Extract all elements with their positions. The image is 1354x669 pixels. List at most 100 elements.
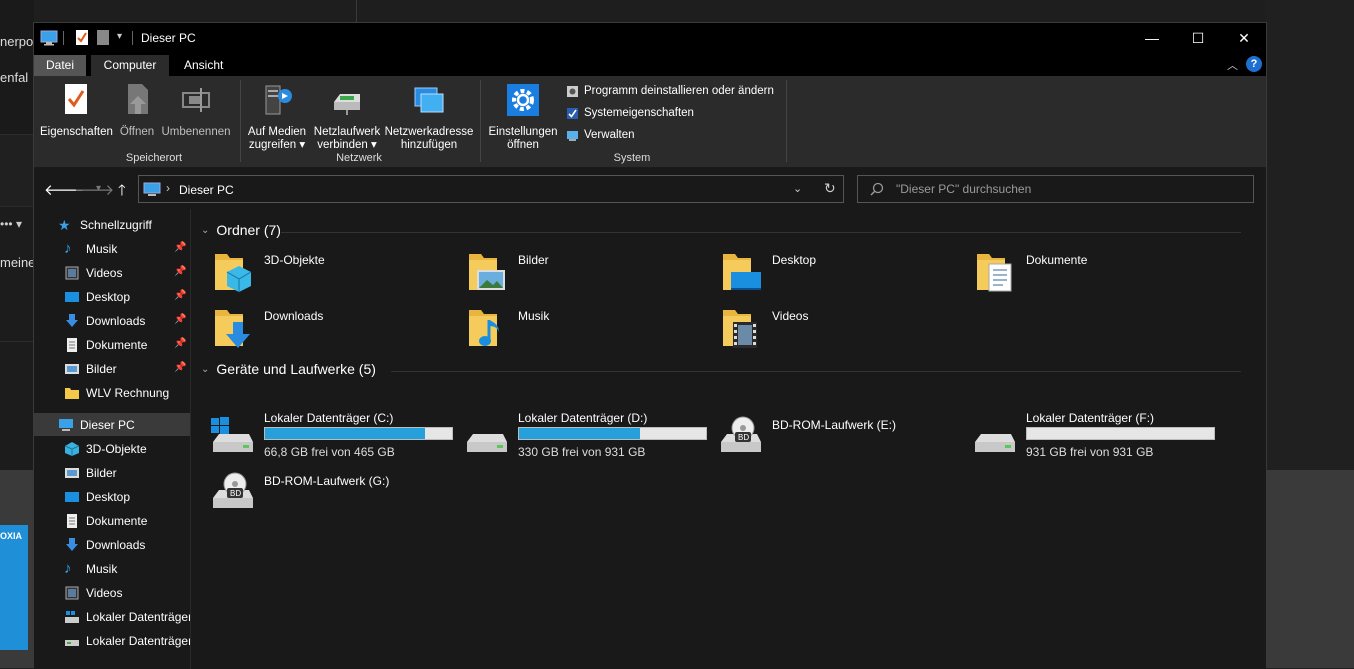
sidebar-item-videos[interactable]: Videos <box>34 581 190 604</box>
title-bar[interactable]: ▾ Dieser PC — ☐ ✕ <box>34 23 1266 53</box>
pin-icon[interactable]: 📌 <box>174 290 186 301</box>
drive-name: Lokaler Datenträger (D:) <box>518 411 648 425</box>
forward-button[interactable]: 🡒 <box>74 180 114 199</box>
maximize-button[interactable]: ☐ <box>1175 23 1221 53</box>
folder-videos[interactable]: Videos <box>699 303 949 355</box>
network-location-icon <box>414 87 444 113</box>
pin-icon[interactable]: 📌 <box>174 362 186 373</box>
background-panel <box>0 135 34 207</box>
drive-f[interactable]: Lokaler Datenträger (F:) 931 GB frei von… <box>953 409 1215 461</box>
address-bar[interactable]: › Dieser PC ⌄ ↻ <box>138 175 844 203</box>
sidebar-item-musik[interactable]: ♪ Musik <box>34 557 190 580</box>
sidebar-item-desktop[interactable]: Desktop 📌 <box>34 285 190 308</box>
breadcrumb-chevron-icon[interactable]: › <box>166 181 170 195</box>
sidebar-item-lokaler-datentraeger-d[interactable]: Lokaler Datenträger <box>34 629 190 652</box>
sidebar-item-lokaler-datentraeger-c[interactable]: Lokaler Datenträger <box>34 605 190 628</box>
refresh-icon[interactable]: ↻ <box>824 180 836 197</box>
open-settings-button[interactable]: Einstellungen öffnen <box>485 80 561 152</box>
windows-drive-icon <box>211 417 253 452</box>
uninstall-program-button[interactable]: Programm deinstallieren oder ändern <box>566 82 774 100</box>
search-box[interactable] <box>857 175 1254 203</box>
background-text: enfal <box>0 70 29 85</box>
background-dots-icon: ••• ▾ <box>0 217 22 231</box>
pin-icon[interactable]: 📌 <box>174 266 186 277</box>
address-history-dropdown-icon[interactable]: ⌄ <box>793 182 802 195</box>
svg-text:BD: BD <box>738 433 749 442</box>
folder-musik[interactable]: Musik <box>445 303 695 355</box>
tab-datei[interactable]: Datei <box>34 55 86 76</box>
pin-icon[interactable]: 📌 <box>174 314 186 325</box>
sidebar-item-3d-objekte[interactable]: 3D-Objekte <box>34 437 190 460</box>
folder-name: Videos <box>772 309 809 323</box>
sidebar-label: Downloads <box>86 313 146 328</box>
properties-qa-icon[interactable] <box>74 29 90 47</box>
sidebar-item-dieser-pc[interactable]: Dieser PC <box>34 413 190 436</box>
folder-icon <box>65 387 79 399</box>
folder-downloads[interactable]: Downloads <box>191 303 441 355</box>
rename-icon <box>182 88 210 112</box>
background-window-top <box>34 0 1354 22</box>
up-button[interactable]: 🡑 <box>118 180 126 205</box>
sidebar-item-videos[interactable]: Videos 📌 <box>34 261 190 284</box>
sidebar-item-wlv-rechnung[interactable]: WLV Rechnung <box>34 381 190 404</box>
divider <box>281 232 1241 233</box>
sidebar-item-musik[interactable]: ♪ Musik 📌 <box>34 237 190 260</box>
drive-c[interactable]: Lokaler Datenträger (C:) 66,8 GB frei vo… <box>191 409 453 461</box>
section-header-folders[interactable]: ⌄ Ordner (7) <box>201 222 281 238</box>
sidebar-item-downloads[interactable]: Downloads 📌 <box>34 309 190 332</box>
3d-objects-icon <box>64 441 80 456</box>
search-input[interactable] <box>896 182 1236 196</box>
sidebar-item-bilder[interactable]: Bilder <box>34 461 190 484</box>
chevron-down-icon[interactable]: ⌄ <box>201 364 209 375</box>
download-arrow-icon <box>66 313 78 327</box>
map-network-drive-button[interactable]: Netzlaufwerk verbinden ▾ <box>311 80 383 152</box>
open-button[interactable]: Öffnen <box>117 80 157 139</box>
sidebar-item-schnellzugriff[interactable]: ★ Schnellzugriff <box>34 213 190 236</box>
music-folder-icon <box>469 310 499 346</box>
minimize-button[interactable]: — <box>1129 23 1175 53</box>
media-access-button[interactable]: Auf Medien zugreifen ▾ <box>244 80 310 152</box>
sidebar-item-dokumente[interactable]: Dokumente <box>34 509 190 532</box>
drive-g[interactable]: BD BD-ROM-Laufwerk (G:) <box>191 465 445 517</box>
chevron-down-icon[interactable]: ⌄ <box>201 225 209 236</box>
add-network-location-button[interactable]: Netzwerkadresse hinzufügen <box>384 80 474 152</box>
sidebar-item-downloads[interactable]: Downloads <box>34 533 190 556</box>
pin-icon[interactable]: 📌 <box>174 338 186 349</box>
sidebar-label: Videos <box>86 585 123 600</box>
new-folder-qa-icon[interactable] <box>96 29 110 47</box>
sidebar-label: Lokaler Datenträger <box>86 609 190 624</box>
rename-label: Umbenennen <box>161 126 231 138</box>
recent-locations-icon[interactable]: ▾ <box>96 183 101 194</box>
tab-computer[interactable]: Computer <box>91 55 169 76</box>
drive-e[interactable]: BD BD-ROM-Laufwerk (E:) <box>699 409 953 461</box>
background-panel <box>1266 470 1354 668</box>
pin-icon[interactable]: 📌 <box>174 242 186 253</box>
windows-drive-icon <box>65 610 79 623</box>
system-properties-button[interactable]: Systemeigenschaften <box>566 104 694 122</box>
properties-button[interactable]: Eigenschaften <box>40 80 113 139</box>
folder-dokumente[interactable]: Dokumente <box>953 247 1203 299</box>
bd-rom-drive-icon: BD <box>213 472 253 508</box>
folder-bilder[interactable]: Bilder <box>445 247 695 299</box>
divider <box>391 371 1241 372</box>
help-icon[interactable]: ? <box>1246 56 1262 72</box>
sidebar-item-dokumente[interactable]: Dokumente 📌 <box>34 333 190 356</box>
drive-d[interactable]: Lokaler Datenträger (D:) 330 GB frei von… <box>445 409 707 461</box>
collapse-ribbon-icon[interactable]: ︿ <box>1227 57 1238 73</box>
customize-qa-dropdown-icon[interactable]: ▾ <box>117 31 122 42</box>
breadcrumb-path[interactable]: Dieser PC <box>179 183 234 197</box>
close-button[interactable]: ✕ <box>1221 23 1267 53</box>
computer-management-icon <box>567 130 578 141</box>
manage-button[interactable]: Verwalten <box>566 126 635 144</box>
pictures-icon <box>65 363 79 374</box>
sidebar-item-desktop[interactable]: Desktop <box>34 485 190 508</box>
sidebar-item-bilder[interactable]: Bilder 📌 <box>34 357 190 380</box>
drive-usage-bar <box>518 427 707 440</box>
tab-ansicht[interactable]: Ansicht <box>174 55 232 76</box>
rename-button[interactable]: Umbenennen <box>161 80 231 139</box>
folder-desktop[interactable]: Desktop <box>699 247 949 299</box>
documents-folder-icon <box>977 254 1012 292</box>
music-note-icon: ♪ <box>64 559 72 577</box>
section-header-drives[interactable]: ⌄ Geräte und Laufwerke (5) <box>201 361 376 377</box>
folder-3d-objekte[interactable]: 3D-Objekte <box>191 247 441 299</box>
